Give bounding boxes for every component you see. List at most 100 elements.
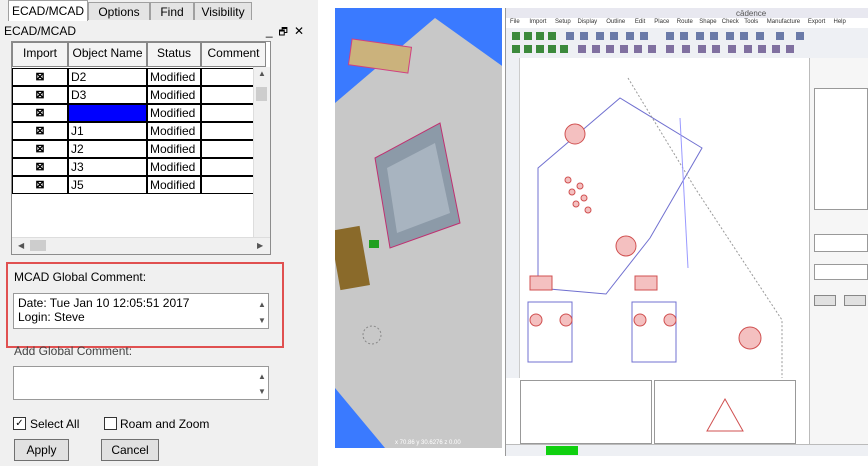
cad-menu-item[interactable]: Shape	[699, 19, 716, 25]
cad-menu-item[interactable]: Help	[834, 19, 846, 25]
select-all-label: Select All	[30, 417, 80, 431]
3d-board-view[interactable]: x 70.86 y 30.6276 z 0.00	[335, 8, 502, 448]
tab-visibility[interactable]: Visibility	[194, 2, 252, 20]
status-cell: Modified	[147, 158, 201, 176]
roam-zoom-checkbox[interactable]	[104, 417, 117, 430]
cad-menu-item[interactable]: Setup	[555, 19, 571, 25]
import-checkbox[interactable]: ⊠	[12, 104, 68, 122]
world-view-graphic	[706, 397, 744, 432]
grid-horizontal-scrollbar[interactable]: ◀ ▶	[12, 237, 270, 254]
status-cell: Modified	[147, 86, 201, 104]
object-name-cell[interactable]: J3	[68, 158, 147, 176]
select-all-checkbox[interactable]: ✓	[13, 417, 26, 430]
import-checkbox[interactable]: ⊠	[12, 68, 68, 86]
table-row[interactable]: ⊠ D4 Modified	[12, 104, 270, 122]
mcad-comment-box[interactable]: Date: Tue Jan 10 12:05:51 2017 Login: St…	[13, 293, 269, 329]
object-name-cell[interactable]: J5	[68, 176, 147, 194]
col-comment[interactable]: Comment	[201, 42, 266, 67]
cad-command-console[interactable]	[520, 380, 652, 444]
mcad-comment-line2: Login: Steve	[18, 310, 85, 324]
mini-grid[interactable]	[814, 88, 868, 210]
import-checkbox[interactable]: ⊠	[12, 86, 68, 104]
minimize-icon[interactable]: _	[266, 24, 279, 38]
import-checkbox[interactable]: ⊠	[12, 176, 68, 194]
cad-menu-item[interactable]: Import	[529, 19, 546, 25]
object-name-cell[interactable]: D2	[68, 68, 147, 86]
scroll-up-icon[interactable]: ▲	[258, 69, 266, 78]
toolbar-icons[interactable]	[506, 28, 868, 58]
cad-menu-item[interactable]: Tools	[744, 19, 758, 25]
comment-scroll-down-icon[interactable]: ▼	[258, 314, 266, 328]
cad-title-bar	[506, 8, 868, 18]
cad-menu-item[interactable]: Outline	[606, 19, 625, 25]
col-object-name[interactable]: Object Name	[68, 42, 147, 67]
scroll-left-icon[interactable]: ◀	[18, 241, 24, 250]
mini-comment-box[interactable]	[814, 234, 868, 252]
mcad-comment-line1: Date: Tue Jan 10 12:05:51 2017	[18, 296, 190, 310]
connector-j1	[347, 38, 413, 74]
table-row[interactable]: ⊠ J2 Modified	[12, 140, 270, 158]
scroll-thumb[interactable]	[256, 87, 267, 101]
h-scroll-thumb[interactable]	[30, 240, 46, 251]
status-cell: Modified	[147, 122, 201, 140]
col-import[interactable]: Import	[12, 42, 68, 67]
cad-mini-panel	[809, 58, 868, 448]
tab-ecad-mcad[interactable]: ECAD/MCAD	[8, 0, 88, 21]
object-name-cell[interactable]: D3	[68, 86, 147, 104]
cad-menu-item[interactable]: Edit	[635, 19, 645, 25]
tab-options[interactable]: Options	[88, 2, 150, 20]
cad-menu-item[interactable]: Place	[654, 19, 669, 25]
board-outline	[537, 97, 703, 295]
table-row[interactable]: ⊠ J3 Modified	[12, 158, 270, 176]
cad-menu-item[interactable]: Check	[722, 19, 739, 25]
status-indicator	[546, 446, 578, 455]
3d-board-graphic	[335, 18, 502, 448]
cad-status-bar	[506, 444, 868, 456]
cad-menu-item[interactable]: Display	[578, 19, 598, 25]
table-row[interactable]: ⊠ D3 Modified	[12, 86, 270, 104]
comment-scroll-up-icon[interactable]: ▲	[258, 298, 266, 312]
pad-large-2	[615, 235, 637, 257]
cad-brand: cādence	[736, 9, 767, 18]
close-icon[interactable]: ✕	[294, 24, 310, 38]
import-checkbox[interactable]: ⊠	[12, 140, 68, 158]
cad-menu-item[interactable]: Manufacture	[767, 19, 800, 25]
mini-apply-button[interactable]	[814, 295, 836, 306]
status-cell: Modified	[147, 140, 201, 158]
table-row[interactable]: ⊠ J5 Modified	[12, 176, 270, 194]
pad-large-1	[564, 123, 586, 145]
table-row[interactable]: ⊠ D2 Modified	[12, 68, 270, 86]
tab-find[interactable]: Find	[150, 2, 194, 20]
add-scroll-down-icon[interactable]: ▼	[258, 385, 266, 399]
object-name-cell[interactable]: D4	[68, 104, 147, 122]
add-scroll-up-icon[interactable]: ▲	[258, 370, 266, 384]
status-cell: Modified	[147, 176, 201, 194]
cancel-button[interactable]: Cancel	[101, 439, 159, 461]
table-row[interactable]: ⊠ J1 Modified	[12, 122, 270, 140]
mini-cancel-button[interactable]	[844, 295, 866, 306]
object-name-cell[interactable]: J2	[68, 140, 147, 158]
apply-button[interactable]: Apply	[14, 439, 69, 461]
ecad-mcad-panel: ECAD/MCAD Options Find Visibility ECAD/M…	[0, 0, 318, 466]
pad-pair-2	[634, 275, 658, 291]
cad-world-view[interactable]	[654, 380, 796, 444]
grid-vertical-scrollbar[interactable]: ▲	[253, 67, 270, 237]
trace	[679, 117, 689, 269]
cad-toolbar	[506, 28, 868, 58]
col-status[interactable]: Status	[147, 42, 201, 67]
pad-large-3	[738, 326, 762, 350]
add-comment-input[interactable]: ▲ ▼	[13, 366, 269, 400]
restore-icon[interactable]: 🗗	[279, 27, 294, 38]
cad-left-toolbar[interactable]	[506, 58, 520, 378]
import-checkbox[interactable]: ⊠	[12, 158, 68, 176]
mini-add-comment-box[interactable]	[814, 264, 868, 280]
cad-canvas[interactable]	[520, 58, 810, 378]
cad-menu-item[interactable]: Route	[677, 19, 693, 25]
import-checkbox[interactable]: ⊠	[12, 122, 68, 140]
cad-menu-item[interactable]: File	[510, 19, 520, 25]
cad-menu-item[interactable]: Export	[808, 19, 825, 25]
scroll-right-icon[interactable]: ▶	[257, 241, 263, 250]
object-name-cell[interactable]: J1	[68, 122, 147, 140]
mcad-comment-label: MCAD Global Comment:	[14, 270, 147, 284]
panel-title-text: ECAD/MCAD	[4, 24, 77, 38]
